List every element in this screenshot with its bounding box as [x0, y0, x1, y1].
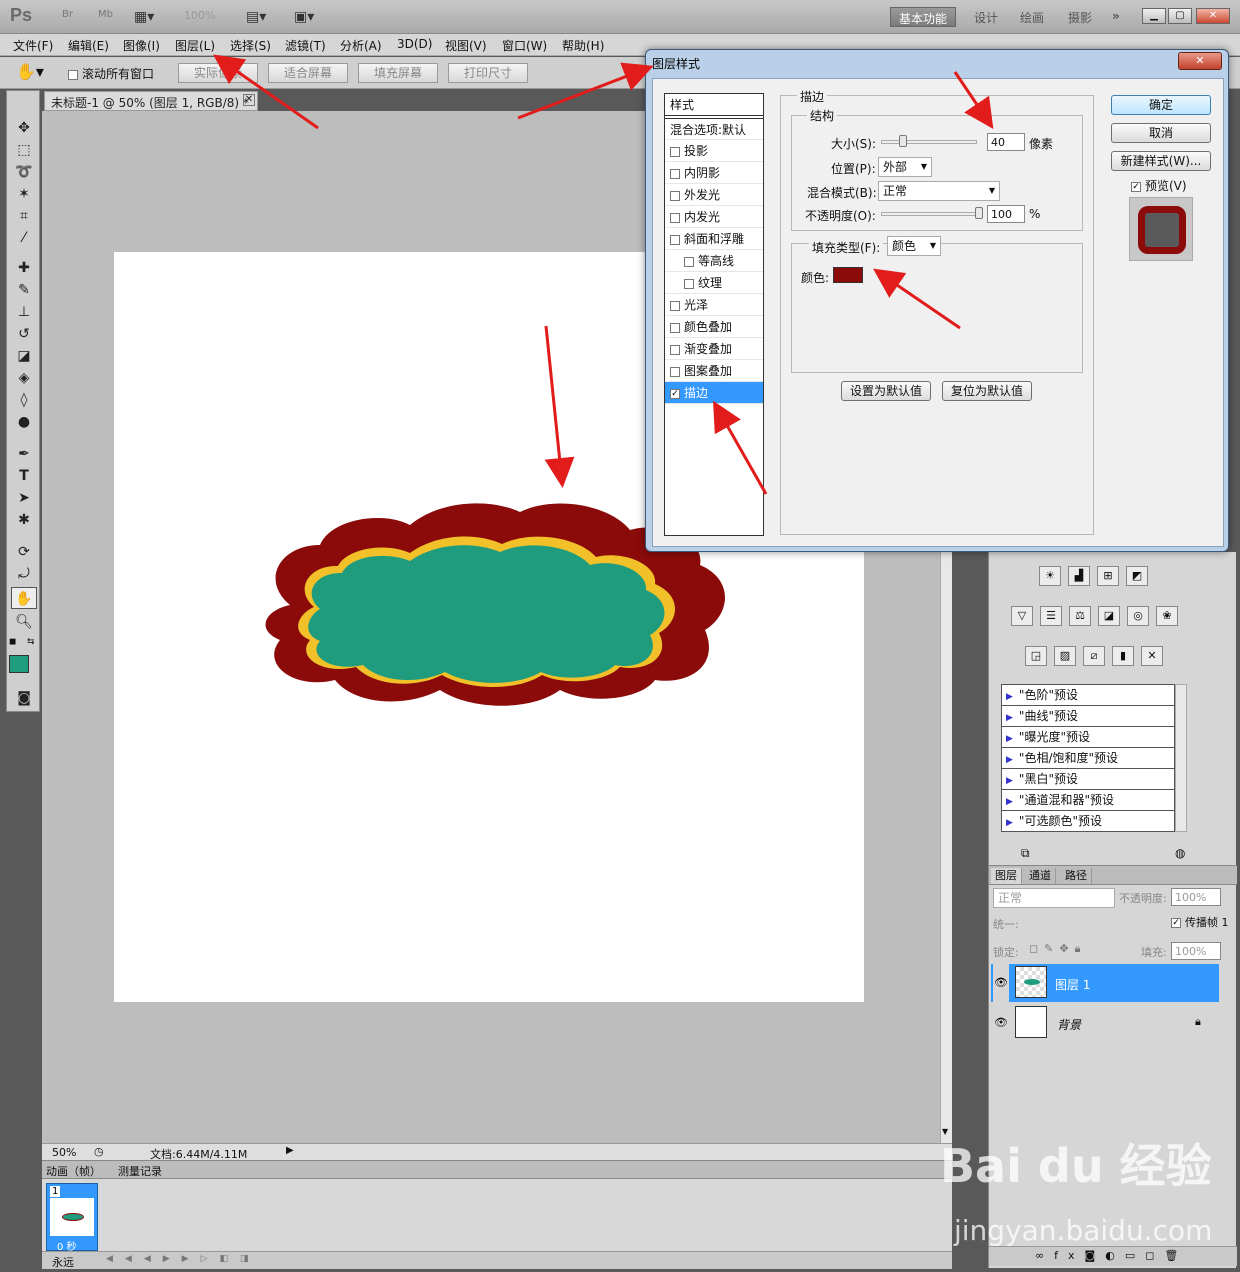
baidu-watermark-logo: Bai du 经验 — [940, 1139, 1212, 1193]
arrow-to-color-swatch — [873, 268, 961, 330]
annotation-arrows — [213, 54, 994, 495]
arrow-to-shape — [544, 325, 575, 488]
arrow-to-dialog-title — [517, 62, 654, 120]
arrow-to-size-input — [953, 71, 994, 129]
arrow-to-layer-menu — [213, 54, 319, 130]
arrow-to-stroke-item — [713, 400, 768, 495]
baidu-watermark-url: jingyan.baidu.com — [954, 1214, 1213, 1247]
